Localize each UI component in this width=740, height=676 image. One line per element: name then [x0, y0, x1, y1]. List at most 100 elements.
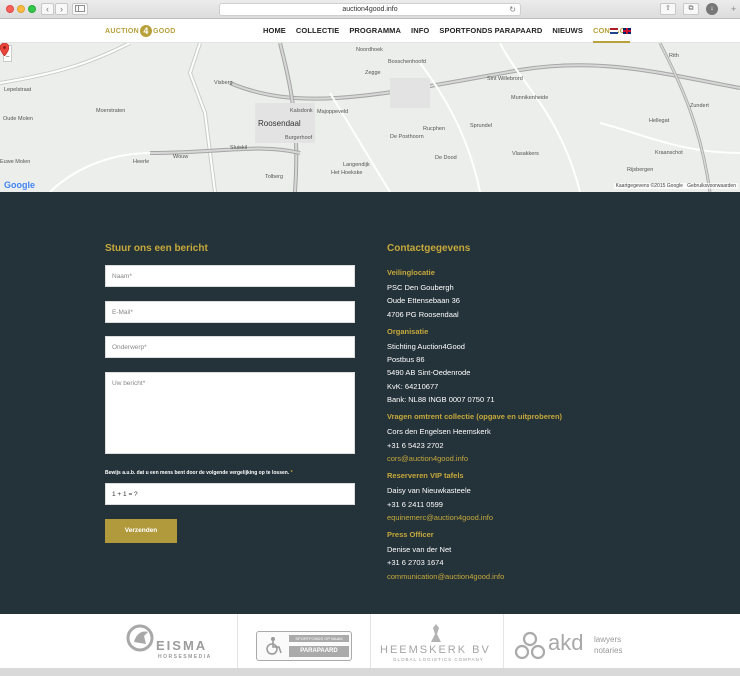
nav-item-programma[interactable]: PROGRAMMA — [344, 19, 406, 43]
sponsor-heemskerk[interactable]: HEEMSKERK BV GLOBAL LOGISTICS COMPANY — [371, 614, 504, 668]
map-place-label: Majoppeveld — [317, 109, 349, 115]
map-place-label: Sprundel — [470, 123, 493, 129]
map-place-label: Lepelstraat — [4, 87, 32, 93]
nav-item-collectie[interactable]: COLLECTIE — [291, 19, 344, 43]
close-window-button[interactable] — [6, 5, 14, 13]
sponsor-akd[interactable]: akd lawyers notaries — [504, 614, 654, 668]
akd-line1: lawyers — [594, 635, 622, 644]
map-place-label: Sint Willebrord — [487, 76, 523, 82]
contact-details: Veilinglocatie PSC Den Goubergh Oude Etten… — [387, 268, 627, 583]
google-wordmark: Google — [4, 180, 35, 190]
main-nav: HOME COLLECTIE PROGRAMMA INFO SPORTFONDS PAR… — [258, 19, 635, 43]
contact-email-link[interactable]: cors@auction4good.info — [387, 452, 627, 465]
email-input[interactable]: E-Mail* — [105, 301, 355, 323]
logo-number: 4 — [140, 25, 152, 37]
map-place-label: Visberg — [214, 80, 233, 86]
akd-name: akd — [548, 630, 584, 655]
eisma-sub: HORSESMEDIA — [158, 654, 212, 660]
contact-heading: Organisatie — [387, 326, 429, 336]
map-place-label: Hellegat — [649, 118, 670, 124]
google-logo: Google — [4, 180, 35, 190]
eisma-name: EISMA — [156, 638, 208, 653]
map-place-label: Het Hoekske — [331, 170, 363, 176]
map-place-label: Heerle — [133, 159, 150, 165]
submit-button[interactable]: Verzenden — [105, 519, 177, 543]
eisma-horse-icon — [126, 624, 154, 652]
map-place-label: Oude Molen — [3, 116, 33, 122]
map-terms-link[interactable]: Gebruiksvoorwaarden — [687, 183, 736, 189]
contact-line: KvK: 64210677 — [387, 381, 439, 391]
sidebar-button[interactable] — [72, 3, 88, 15]
parapaard-badge: SPORTFONDS OP NAAM PARAPAARD — [256, 631, 352, 661]
contact-line: PSC Den Goubergh — [387, 283, 454, 292]
map-place-label: Bosschenhoofd — [388, 59, 426, 65]
contact-email-link[interactable]: communication@auction4good.info — [387, 570, 627, 583]
forward-button[interactable]: › — [55, 3, 68, 15]
nav-item-info[interactable]: INFO — [406, 19, 434, 43]
heemskerk-crest-icon — [431, 624, 441, 642]
url-text: auction4good.info — [342, 6, 398, 13]
logo-text-left: AUCTION — [105, 27, 139, 35]
contact-email-link[interactable]: equinemerc@auction4good.info — [387, 511, 627, 524]
map-place-label: Zundert — [690, 103, 709, 109]
heemskerk-sub: GLOBAL LOGISTICS COMPANY — [393, 657, 484, 662]
contact-line: +31 6 2703 1674 — [387, 558, 444, 568]
minimize-window-button[interactable] — [17, 5, 25, 13]
nav-item-sportfonds-parapaard[interactable]: SPORTFONDS PARAPAARD — [434, 19, 547, 43]
contact-line: +31 6 5423 2702 — [387, 440, 444, 450]
wheelchair-icon — [266, 637, 282, 655]
downloads-button[interactable]: ↓ — [706, 3, 718, 15]
sponsor-parapaard[interactable]: SPORTFONDS OP NAAM PARAPAARD — [238, 614, 371, 668]
map-place-label: Munnikenheide — [511, 95, 549, 101]
contact-line: Cors den Engelsen Heemskerk — [387, 427, 491, 437]
name-input[interactable]: Naam* — [105, 265, 355, 287]
message-textarea[interactable]: Uw bericht* — [105, 372, 355, 454]
zoom-window-button[interactable] — [28, 5, 36, 13]
parapaard-top: SPORTFONDS OP NAAM — [289, 635, 349, 642]
contact-section: Stuur ons een bericht Naam* E-Mail* Onde… — [0, 192, 740, 614]
browser-bottom-edge — [0, 668, 740, 676]
map-place-label: Rucphen — [423, 126, 446, 132]
map-place-label: Wouw — [173, 154, 189, 160]
share-icon: ⇧ — [665, 5, 671, 12]
captcha-input[interactable]: 1 + 1 = ? — [105, 483, 355, 505]
map-place-label: Euwe Molen — [0, 159, 31, 165]
tabs-button[interactable]: ⧉ — [683, 3, 699, 15]
english-flag-icon[interactable] — [623, 28, 631, 34]
contact-line: Daisy van Nieuwkasteele — [387, 486, 471, 496]
contact-heading: Vragen omtrent collectie (opgave en uitp… — [387, 412, 563, 422]
map-place-label: Kraanschot — [655, 150, 683, 156]
site-logo[interactable]: AUCTION 4 GOOD — [105, 23, 176, 39]
sidebar-icon — [75, 5, 85, 12]
heemskerk-name: HEEMSKERK BV — [380, 644, 491, 656]
back-button[interactable]: ‹ — [41, 3, 54, 15]
map-place-label: Zegge — [365, 70, 381, 76]
contact-line: 4706 PG Roosendaal — [387, 309, 459, 319]
share-button[interactable]: ⇧ — [660, 3, 676, 15]
contact-line: Postbus 86 — [387, 355, 425, 365]
map-place-label: Kalsdonk — [290, 108, 313, 114]
new-tab-button[interactable]: + — [731, 4, 740, 15]
download-icon: ↓ — [710, 5, 714, 12]
required-marker: * — [290, 470, 293, 476]
contact-line: 5490 AB Sint-Oedenrode — [387, 368, 471, 378]
map-place-label: Sluiskil — [230, 145, 248, 151]
sponsor-eisma[interactable]: EISMA HORSESMEDIA — [104, 614, 238, 668]
parapaard-name: PARAPAARD — [289, 646, 349, 657]
subject-input[interactable]: Onderwerp* — [105, 336, 355, 358]
tabs-icon: ⧉ — [688, 5, 694, 12]
chevron-right-icon: › — [60, 4, 63, 14]
nav-item-nieuws[interactable]: NIEUWS — [547, 19, 588, 43]
nav-item-home[interactable]: HOME — [258, 19, 291, 43]
address-bar[interactable]: auction4good.info ↻ — [219, 3, 521, 16]
map-place-label: Moerstraten — [96, 108, 126, 114]
location-map[interactable]: + − NoordhoekBosschenhoofdZeggeSint Will… — [0, 43, 740, 192]
reload-icon[interactable]: ↻ — [509, 4, 516, 16]
contact-line: Denise van der Net — [387, 545, 452, 555]
captcha-label: Bewijs a.u.b. dat u een mens bent door d… — [105, 470, 293, 476]
location-pin-icon[interactable] — [0, 43, 9, 56]
captcha-instructions: Bewijs a.u.b. dat u een mens bent door d… — [105, 470, 290, 476]
map-place-label: De Posthoorn — [390, 134, 424, 140]
map-place-label: De Dood — [435, 155, 457, 161]
dutch-flag-icon[interactable] — [610, 28, 618, 34]
